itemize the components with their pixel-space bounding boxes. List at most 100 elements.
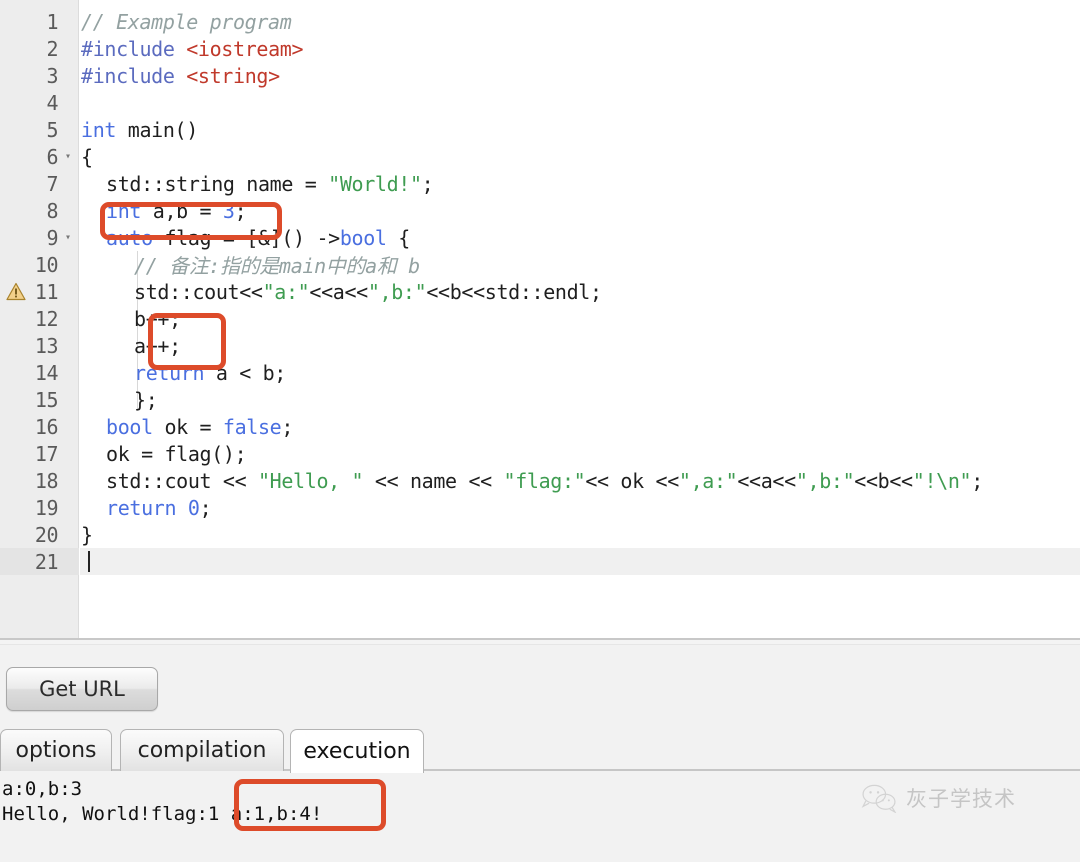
- output-line: a:0,b:3: [2, 778, 83, 800]
- text-cursor: [88, 551, 90, 572]
- code-line-background: [80, 332, 1080, 359]
- tab-execution[interactable]: execution: [290, 729, 424, 773]
- code-token: flag = [&]() ->: [152, 225, 340, 250]
- get-url-label: Get URL: [39, 677, 125, 701]
- code-line[interactable]: 9 ▾ auto flag = [&]() ->bool {: [0, 224, 1080, 251]
- code-token: }: [81, 522, 93, 547]
- code-line[interactable]: 8 int a,b = 3;: [0, 197, 1080, 224]
- line-number: 12: [34, 306, 59, 331]
- code-token: ok =: [152, 414, 223, 439]
- code-token: ",b:": [795, 468, 855, 493]
- code-text: int a,b = 3;: [81, 198, 247, 223]
- code-token: << name <<: [363, 468, 504, 493]
- code-token: bool: [106, 414, 153, 439]
- code-line[interactable]: 17 ok = flag();: [0, 440, 1080, 467]
- code-line[interactable]: 10 // 备注:指的是main中的a和 b: [0, 250, 1080, 279]
- code-token: <<a<<: [309, 279, 368, 304]
- line-number: 15: [34, 387, 59, 412]
- code-editor-pane[interactable]: 1// Example program 2 #include <iostream> 3…: [0, 0, 1080, 638]
- code-text: int main(): [81, 118, 198, 142]
- code-line-background: [80, 143, 1080, 170]
- code-token: std::cout <<: [106, 468, 258, 493]
- code-line[interactable]: 21: [0, 548, 1080, 575]
- get-url-button[interactable]: Get URL: [6, 667, 158, 711]
- code-line[interactable]: 18 std::cout << "Hello, " << name << "fla…: [0, 467, 1080, 494]
- code-text: auto flag = [&]() ->bool {: [81, 226, 410, 250]
- code-lines-container[interactable]: 1// Example program 2 #include <iostream> 3…: [0, 8, 1080, 575]
- fold-toggle-icon[interactable]: ▾: [58, 224, 78, 251]
- line-number: 16: [34, 414, 59, 439]
- code-token: ;: [281, 414, 294, 439]
- code-line[interactable]: 2 #include <iostream>: [0, 35, 1080, 62]
- code-line[interactable]: 20}: [0, 521, 1080, 548]
- code-line-background: [80, 548, 1080, 575]
- code-token: "Hello, ": [257, 468, 364, 493]
- watermark-text: 灰子学技术: [906, 787, 1016, 811]
- wechat-icon: [861, 784, 897, 813]
- code-line[interactable]: 13 a++;: [0, 332, 1080, 359]
- line-number: 21: [34, 549, 59, 574]
- code-token: ;: [421, 171, 434, 196]
- tab-options[interactable]: options: [0, 729, 112, 771]
- tab-compilation[interactable]: compilation: [120, 729, 284, 771]
- code-line[interactable]: 7 std::string name = "World!";: [0, 170, 1080, 197]
- code-line[interactable]: 4: [0, 89, 1080, 116]
- code-line[interactable]: 14 return a < b;: [0, 359, 1080, 386]
- output-line: Hello, World!flag:1 a:1,b:4!: [2, 803, 323, 825]
- line-number: 6: [46, 144, 58, 169]
- code-token: false: [222, 414, 282, 439]
- warning-icon[interactable]: [6, 282, 26, 301]
- code-token: "World!": [328, 171, 422, 196]
- code-text: std::cout << "Hello, " << name << "flag:…: [81, 469, 983, 493]
- code-line[interactable]: 15};: [0, 386, 1080, 413]
- code-token: a < b;: [204, 360, 287, 385]
- line-number: 18: [34, 468, 59, 493]
- code-line[interactable]: 3 #include <string>: [0, 62, 1080, 89]
- code-token: ",a:": [678, 468, 738, 493]
- code-token: {: [81, 144, 93, 169]
- fold-toggle-icon[interactable]: ▾: [58, 143, 78, 170]
- code-line-background: [80, 305, 1080, 332]
- code-token: ;: [199, 495, 212, 520]
- code-line[interactable]: 19 return 0;: [0, 494, 1080, 521]
- code-token: int: [81, 117, 117, 142]
- line-number: 3: [46, 63, 58, 88]
- code-token: <<b<<std::endl;: [426, 279, 602, 304]
- code-text: #include <string>: [81, 64, 280, 88]
- code-token: "!\n": [912, 468, 972, 493]
- line-number: 13: [34, 333, 59, 358]
- code-token: a,b =: [141, 198, 223, 223]
- code-token: std::cout<<: [134, 279, 263, 304]
- line-number: 20: [34, 522, 59, 547]
- code-text: // 备注:指的是main中的a和 b: [81, 250, 420, 279]
- code-text: }: [81, 523, 93, 547]
- code-line[interactable]: 6 ▾{: [0, 143, 1080, 170]
- code-line[interactable]: 12 b++;: [0, 305, 1080, 332]
- watermark: 灰子学技术: [860, 783, 1016, 813]
- code-line[interactable]: 11 std::cout<<"a:"<<a<<",b:"<<b<<std::end…: [0, 278, 1080, 305]
- code-token: "flag:": [503, 468, 586, 493]
- code-token: std::string name =: [106, 171, 329, 196]
- bottom-panel: Get URL a:0,b:3 Hello, World!flag:1 a:1,b…: [0, 638, 1080, 862]
- code-token: main(): [116, 117, 199, 142]
- line-number: 14: [34, 360, 59, 385]
- code-token: b++;: [134, 306, 181, 331]
- line-number: 1: [46, 9, 58, 34]
- code-line-background: [80, 116, 1080, 143]
- line-number: 7: [46, 171, 58, 196]
- panel-inner: Get URL a:0,b:3 Hello, World!flag:1 a:1,b…: [0, 644, 1080, 862]
- line-number: 5: [46, 117, 58, 142]
- code-token: 0: [187, 495, 200, 520]
- line-number: 9: [46, 225, 58, 250]
- code-line[interactable]: 1 // Example program: [0, 8, 1080, 35]
- code-line-background: [80, 521, 1080, 548]
- line-number: 8: [46, 198, 58, 223]
- code-token: <iostream>: [186, 36, 304, 61]
- code-line[interactable]: 16 bool ok = false;: [0, 413, 1080, 440]
- code-line-background: [80, 386, 1080, 413]
- code-text: bool ok = false;: [81, 415, 293, 439]
- code-token: 3: [222, 198, 235, 223]
- code-text: {: [81, 145, 93, 169]
- code-line[interactable]: 5 int main(): [0, 116, 1080, 143]
